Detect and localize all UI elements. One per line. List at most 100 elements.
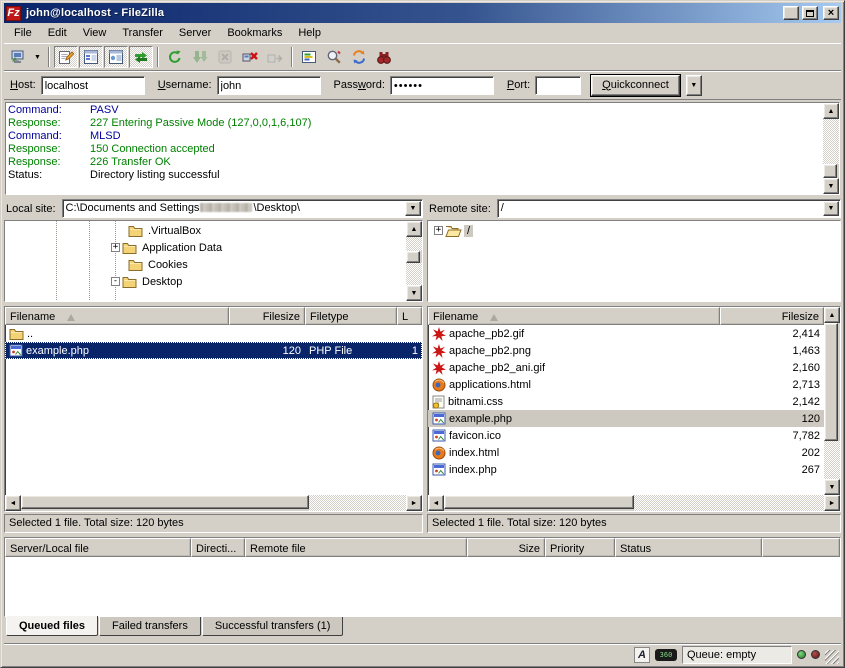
transfer-type-ascii-icon[interactable]: A <box>634 647 650 663</box>
refresh-button[interactable] <box>163 46 187 68</box>
header-filesize[interactable]: Filesize <box>720 307 824 325</box>
expand-plus-icon[interactable]: + <box>111 243 120 252</box>
scroll-track[interactable] <box>406 263 422 285</box>
table-row[interactable]: applications.html 2,713 <box>428 376 824 393</box>
remote-site-combo[interactable]: / ▼ <box>497 199 841 218</box>
toggle-message-log-button[interactable] <box>54 46 78 68</box>
title-bar[interactable]: Fz john@localhost - FileZilla _ × <box>4 3 841 23</box>
scroll-up-arrow[interactable]: ▲ <box>823 103 839 119</box>
local-tree-scrollbar[interactable]: ▲ ▼ <box>406 221 422 301</box>
menu-server[interactable]: Server <box>171 25 219 41</box>
resize-grip[interactable] <box>825 650 839 664</box>
maximize-button[interactable] <box>802 6 818 20</box>
scroll-right-arrow[interactable]: ► <box>406 495 422 511</box>
tree-item-root[interactable]: + / <box>428 222 840 239</box>
expand-plus-icon[interactable]: + <box>434 226 443 235</box>
scroll-up-arrow[interactable]: ▲ <box>406 221 422 237</box>
scroll-down-arrow[interactable]: ▼ <box>406 285 422 301</box>
password-input[interactable] <box>390 76 494 95</box>
toggle-transfer-queue-button[interactable] <box>129 46 153 68</box>
menu-edit[interactable]: Edit <box>40 25 75 41</box>
disconnect-button[interactable] <box>238 46 262 68</box>
toggle-local-tree-button[interactable] <box>79 46 103 68</box>
remote-list-scrollbar[interactable]: ▲ ▼ <box>824 307 840 495</box>
scroll-track[interactable] <box>823 119 839 164</box>
minimize-button[interactable]: _ <box>783 6 799 20</box>
filezilla-app-icon[interactable]: Fz <box>6 6 21 21</box>
close-button[interactable]: × <box>823 6 839 20</box>
collapse-minus-icon[interactable]: - <box>111 277 120 286</box>
host-input[interactable] <box>41 76 145 95</box>
scroll-track[interactable] <box>309 495 406 511</box>
table-row[interactable]: index.html 202 <box>428 444 824 461</box>
quickconnect-button[interactable]: Quickconnect <box>591 75 680 96</box>
directory-comparison-button[interactable] <box>322 46 346 68</box>
toggle-remote-tree-button[interactable] <box>104 46 128 68</box>
menu-transfer[interactable]: Transfer <box>114 25 171 41</box>
header-direction[interactable]: Directi... <box>191 538 245 557</box>
scroll-track[interactable] <box>634 495 824 511</box>
table-row[interactable]: favicon.ico 7,782 <box>428 427 824 444</box>
scroll-left-arrow[interactable]: ◄ <box>5 495 21 511</box>
table-row[interactable]: apache_pb2.png 1,463 <box>428 342 824 359</box>
header-status[interactable]: Status <box>615 538 762 557</box>
tree-item-cookies[interactable]: Cookies <box>5 256 406 273</box>
header-filename[interactable]: Filename <box>428 307 720 325</box>
local-site-combo[interactable]: C:\Documents and Settings\Desktop\ ▼ <box>62 199 423 218</box>
cancel-operation-button[interactable] <box>213 46 237 68</box>
local-list-hscrollbar[interactable]: ◄ ► <box>5 495 422 511</box>
quickconnect-dropdown[interactable]: ▼ <box>686 75 702 96</box>
header-filename[interactable]: Filename <box>5 307 229 325</box>
table-row-example-php[interactable]: example.php 120 PHP File 1 <box>5 342 422 359</box>
table-row[interactable]: apache_pb2.gif 2,414 <box>428 325 824 342</box>
remote-site-dropdown[interactable]: ▼ <box>823 201 839 216</box>
header-size[interactable]: Size <box>467 538 545 557</box>
site-manager-button[interactable] <box>6 46 30 68</box>
scroll-thumb[interactable] <box>444 495 634 509</box>
tab-failed-transfers[interactable]: Failed transfers <box>99 617 201 636</box>
site-manager-dropdown[interactable]: ▼ <box>31 46 44 68</box>
tab-queued-files[interactable]: Queued files <box>6 616 98 636</box>
header-server-local-file[interactable]: Server/Local file <box>5 538 191 557</box>
scroll-track[interactable] <box>406 237 422 251</box>
speed-limits-icon[interactable]: 360 <box>655 649 677 661</box>
header-filetype[interactable]: Filetype <box>305 307 397 325</box>
scroll-right-arrow[interactable]: ► <box>824 495 840 511</box>
tree-item-virtualbox[interactable]: .VirtualBox <box>5 222 406 239</box>
table-row-selected[interactable]: example.php 120 <box>428 410 824 427</box>
tab-successful-transfers[interactable]: Successful transfers (1) <box>202 617 344 636</box>
scroll-up-arrow[interactable]: ▲ <box>824 307 840 323</box>
process-queue-button[interactable] <box>188 46 212 68</box>
table-row-updir[interactable]: .. <box>5 325 422 342</box>
header-remote-file[interactable]: Remote file <box>245 538 467 557</box>
log-scrollbar[interactable]: ▲ ▼ <box>823 103 839 194</box>
menu-help[interactable]: Help <box>290 25 329 41</box>
scroll-down-arrow[interactable]: ▼ <box>823 178 839 194</box>
scroll-thumb[interactable] <box>406 251 420 263</box>
table-row[interactable]: index.php 267 <box>428 461 824 478</box>
tree-item-application-data[interactable]: + Application Data <box>5 239 406 256</box>
synchronized-browsing-button[interactable] <box>347 46 371 68</box>
header-last-modified[interactable]: L <box>397 307 422 325</box>
directory-filters-button[interactable] <box>297 46 321 68</box>
scroll-thumb[interactable] <box>823 164 837 178</box>
local-site-dropdown[interactable]: ▼ <box>405 201 421 216</box>
reconnect-button[interactable] <box>263 46 287 68</box>
scroll-left-arrow[interactable]: ◄ <box>428 495 444 511</box>
menu-file[interactable]: File <box>6 25 40 41</box>
username-input[interactable] <box>217 76 321 95</box>
scroll-track[interactable] <box>824 441 840 479</box>
table-row[interactable]: bitnami.css 2,142 <box>428 393 824 410</box>
header-filesize[interactable]: Filesize <box>229 307 305 325</box>
scroll-down-arrow[interactable]: ▼ <box>824 479 840 495</box>
remote-list-hscrollbar[interactable]: ◄ ► <box>428 495 840 511</box>
tree-item-desktop[interactable]: - Desktop <box>5 273 406 290</box>
menu-bookmarks[interactable]: Bookmarks <box>219 25 290 41</box>
scroll-thumb[interactable] <box>21 495 309 509</box>
header-priority[interactable]: Priority <box>545 538 615 557</box>
port-input[interactable] <box>535 76 581 95</box>
find-files-button[interactable] <box>372 46 396 68</box>
menu-view[interactable]: View <box>75 25 115 41</box>
table-row[interactable]: apache_pb2_ani.gif 2,160 <box>428 359 824 376</box>
scroll-thumb[interactable] <box>824 323 838 441</box>
